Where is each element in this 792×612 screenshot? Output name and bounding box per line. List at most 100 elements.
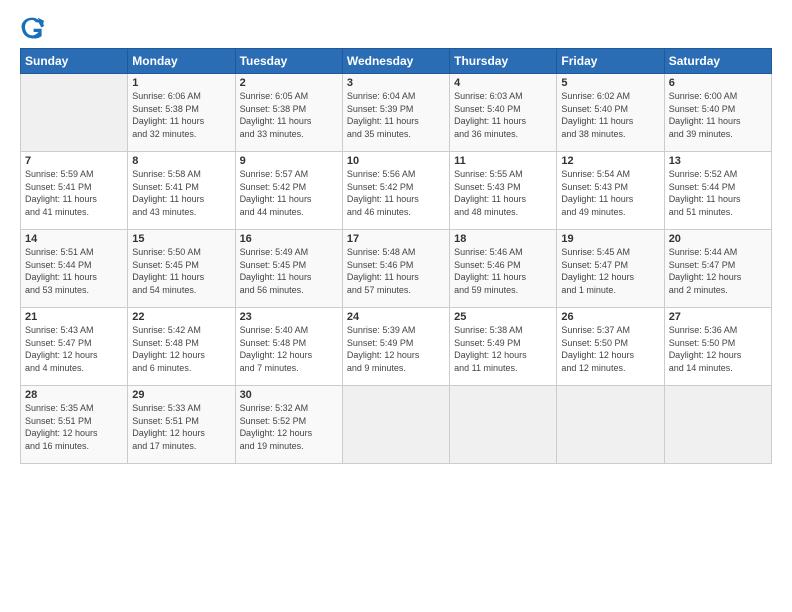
day-info: Sunrise: 6:06 AM Sunset: 5:38 PM Dayligh… [132,90,230,140]
day-info: Sunrise: 5:36 AM Sunset: 5:50 PM Dayligh… [669,324,767,374]
calendar-cell: 19Sunrise: 5:45 AM Sunset: 5:47 PM Dayli… [557,230,664,308]
calendar-cell: 24Sunrise: 5:39 AM Sunset: 5:49 PM Dayli… [342,308,449,386]
day-number: 18 [454,233,552,245]
col-header-thursday: Thursday [450,49,557,74]
day-info: Sunrise: 5:57 AM Sunset: 5:42 PM Dayligh… [240,168,338,218]
day-info: Sunrise: 6:05 AM Sunset: 5:38 PM Dayligh… [240,90,338,140]
day-info: Sunrise: 5:59 AM Sunset: 5:41 PM Dayligh… [25,168,123,218]
day-info: Sunrise: 6:02 AM Sunset: 5:40 PM Dayligh… [561,90,659,140]
day-number: 17 [347,233,445,245]
day-info: Sunrise: 5:38 AM Sunset: 5:49 PM Dayligh… [454,324,552,374]
day-info: Sunrise: 5:42 AM Sunset: 5:48 PM Dayligh… [132,324,230,374]
calendar-cell: 5Sunrise: 6:02 AM Sunset: 5:40 PM Daylig… [557,74,664,152]
week-row-1: 7Sunrise: 5:59 AM Sunset: 5:41 PM Daylig… [21,152,772,230]
calendar-cell: 6Sunrise: 6:00 AM Sunset: 5:40 PM Daylig… [664,74,771,152]
logo-icon [20,16,44,40]
calendar-cell: 29Sunrise: 5:33 AM Sunset: 5:51 PM Dayli… [128,386,235,464]
calendar-cell: 9Sunrise: 5:57 AM Sunset: 5:42 PM Daylig… [235,152,342,230]
day-number: 14 [25,233,123,245]
calendar-cell [342,386,449,464]
day-number: 10 [347,155,445,167]
day-number: 5 [561,77,659,89]
day-number: 28 [25,389,123,401]
day-number: 1 [132,77,230,89]
day-info: Sunrise: 5:54 AM Sunset: 5:43 PM Dayligh… [561,168,659,218]
calendar-cell [450,386,557,464]
calendar-cell: 10Sunrise: 5:56 AM Sunset: 5:42 PM Dayli… [342,152,449,230]
day-info: Sunrise: 5:52 AM Sunset: 5:44 PM Dayligh… [669,168,767,218]
day-number: 24 [347,311,445,323]
day-number: 25 [454,311,552,323]
day-info: Sunrise: 6:03 AM Sunset: 5:40 PM Dayligh… [454,90,552,140]
day-number: 13 [669,155,767,167]
calendar-cell: 22Sunrise: 5:42 AM Sunset: 5:48 PM Dayli… [128,308,235,386]
calendar-cell: 30Sunrise: 5:32 AM Sunset: 5:52 PM Dayli… [235,386,342,464]
day-number: 15 [132,233,230,245]
day-info: Sunrise: 5:33 AM Sunset: 5:51 PM Dayligh… [132,402,230,452]
day-info: Sunrise: 5:39 AM Sunset: 5:49 PM Dayligh… [347,324,445,374]
calendar-cell: 16Sunrise: 5:49 AM Sunset: 5:45 PM Dayli… [235,230,342,308]
calendar-cell: 23Sunrise: 5:40 AM Sunset: 5:48 PM Dayli… [235,308,342,386]
calendar-cell: 17Sunrise: 5:48 AM Sunset: 5:46 PM Dayli… [342,230,449,308]
calendar-cell: 2Sunrise: 6:05 AM Sunset: 5:38 PM Daylig… [235,74,342,152]
day-number: 16 [240,233,338,245]
calendar-cell: 21Sunrise: 5:43 AM Sunset: 5:47 PM Dayli… [21,308,128,386]
week-row-2: 14Sunrise: 5:51 AM Sunset: 5:44 PM Dayli… [21,230,772,308]
calendar-cell: 20Sunrise: 5:44 AM Sunset: 5:47 PM Dayli… [664,230,771,308]
week-row-0: 1Sunrise: 6:06 AM Sunset: 5:38 PM Daylig… [21,74,772,152]
day-info: Sunrise: 5:46 AM Sunset: 5:46 PM Dayligh… [454,246,552,296]
day-info: Sunrise: 5:35 AM Sunset: 5:51 PM Dayligh… [25,402,123,452]
col-header-friday: Friday [557,49,664,74]
calendar-cell: 4Sunrise: 6:03 AM Sunset: 5:40 PM Daylig… [450,74,557,152]
calendar-cell: 3Sunrise: 6:04 AM Sunset: 5:39 PM Daylig… [342,74,449,152]
calendar-cell: 12Sunrise: 5:54 AM Sunset: 5:43 PM Dayli… [557,152,664,230]
day-info: Sunrise: 6:04 AM Sunset: 5:39 PM Dayligh… [347,90,445,140]
col-header-tuesday: Tuesday [235,49,342,74]
calendar-table: SundayMondayTuesdayWednesdayThursdayFrid… [20,48,772,464]
day-number: 20 [669,233,767,245]
day-info: Sunrise: 5:45 AM Sunset: 5:47 PM Dayligh… [561,246,659,296]
day-info: Sunrise: 5:37 AM Sunset: 5:50 PM Dayligh… [561,324,659,374]
calendar-cell: 13Sunrise: 5:52 AM Sunset: 5:44 PM Dayli… [664,152,771,230]
calendar-cell: 1Sunrise: 6:06 AM Sunset: 5:38 PM Daylig… [128,74,235,152]
day-number: 12 [561,155,659,167]
day-number: 22 [132,311,230,323]
col-header-saturday: Saturday [664,49,771,74]
day-number: 29 [132,389,230,401]
day-number: 3 [347,77,445,89]
day-number: 27 [669,311,767,323]
day-info: Sunrise: 5:55 AM Sunset: 5:43 PM Dayligh… [454,168,552,218]
day-number: 30 [240,389,338,401]
header [20,16,772,40]
day-info: Sunrise: 5:48 AM Sunset: 5:46 PM Dayligh… [347,246,445,296]
day-number: 11 [454,155,552,167]
day-number: 9 [240,155,338,167]
day-number: 6 [669,77,767,89]
week-row-3: 21Sunrise: 5:43 AM Sunset: 5:47 PM Dayli… [21,308,772,386]
day-number: 23 [240,311,338,323]
day-info: Sunrise: 5:44 AM Sunset: 5:47 PM Dayligh… [669,246,767,296]
calendar-cell: 28Sunrise: 5:35 AM Sunset: 5:51 PM Dayli… [21,386,128,464]
day-info: Sunrise: 5:43 AM Sunset: 5:47 PM Dayligh… [25,324,123,374]
day-info: Sunrise: 5:32 AM Sunset: 5:52 PM Dayligh… [240,402,338,452]
calendar-cell [21,74,128,152]
calendar-cell: 11Sunrise: 5:55 AM Sunset: 5:43 PM Dayli… [450,152,557,230]
day-number: 2 [240,77,338,89]
logo [20,16,48,40]
day-number: 21 [25,311,123,323]
day-info: Sunrise: 5:51 AM Sunset: 5:44 PM Dayligh… [25,246,123,296]
day-info: Sunrise: 5:58 AM Sunset: 5:41 PM Dayligh… [132,168,230,218]
calendar-cell: 15Sunrise: 5:50 AM Sunset: 5:45 PM Dayli… [128,230,235,308]
page: SundayMondayTuesdayWednesdayThursdayFrid… [0,0,792,612]
day-number: 26 [561,311,659,323]
calendar-cell: 25Sunrise: 5:38 AM Sunset: 5:49 PM Dayli… [450,308,557,386]
calendar-cell: 26Sunrise: 5:37 AM Sunset: 5:50 PM Dayli… [557,308,664,386]
col-header-monday: Monday [128,49,235,74]
header-row: SundayMondayTuesdayWednesdayThursdayFrid… [21,49,772,74]
day-info: Sunrise: 5:40 AM Sunset: 5:48 PM Dayligh… [240,324,338,374]
day-info: Sunrise: 6:00 AM Sunset: 5:40 PM Dayligh… [669,90,767,140]
day-info: Sunrise: 5:49 AM Sunset: 5:45 PM Dayligh… [240,246,338,296]
col-header-sunday: Sunday [21,49,128,74]
week-row-4: 28Sunrise: 5:35 AM Sunset: 5:51 PM Dayli… [21,386,772,464]
day-number: 8 [132,155,230,167]
